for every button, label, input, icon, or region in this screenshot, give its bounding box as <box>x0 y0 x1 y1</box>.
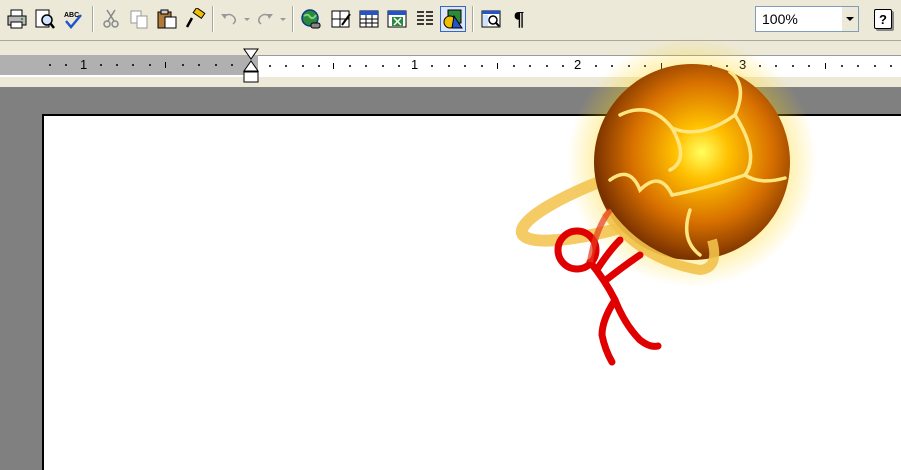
spelling-icon: ABC <box>64 12 82 29</box>
cut-button[interactable] <box>98 6 124 32</box>
columns-icon <box>417 11 433 25</box>
help-button[interactable]: ? <box>870 6 896 32</box>
insert-excel-icon <box>387 10 407 28</box>
chevron-down-icon <box>244 18 250 21</box>
copy-icon <box>130 10 148 29</box>
paste-icon <box>157 9 177 29</box>
cut-icon <box>103 9 119 28</box>
undo-icon <box>221 13 237 25</box>
ruler-label: 1 <box>80 57 88 72</box>
redo-dropdown[interactable] <box>278 10 288 28</box>
horizontal-ruler-area: 1 1 2 3 <box>0 41 901 87</box>
redo-icon <box>257 13 273 25</box>
insert-table-icon <box>359 10 379 28</box>
drawing-icon <box>443 9 463 29</box>
standard-toolbar: ABC ¶ 100% ? <box>0 0 901 41</box>
hyperlink-icon <box>301 9 321 29</box>
zoom-dropdown[interactable] <box>842 7 858 31</box>
format-painter-button[interactable] <box>182 6 208 32</box>
zoom-select[interactable]: 100% <box>755 6 859 32</box>
show-formatting-button[interactable]: ¶ <box>506 6 532 32</box>
undo-button[interactable] <box>218 6 240 32</box>
paste-button[interactable] <box>154 6 180 32</box>
toolbar-separator <box>472 6 473 32</box>
zoom-value: 100% <box>762 11 798 27</box>
ruler-label: 2 <box>574 57 582 72</box>
drawing-button[interactable] <box>440 6 466 32</box>
print-preview-button[interactable] <box>32 6 58 32</box>
copy-button[interactable] <box>126 6 152 32</box>
help-icon: ? <box>874 9 892 29</box>
tables-borders-icon <box>331 10 351 28</box>
print-preview-icon <box>35 9 55 29</box>
pilcrow-icon: ¶ <box>513 7 525 30</box>
ruler-margin-ticks <box>49 62 233 68</box>
document-map-icon <box>481 10 501 28</box>
document-page[interactable] <box>42 114 901 470</box>
insert-table-button[interactable] <box>356 6 382 32</box>
help-glyph: ? <box>879 11 887 27</box>
columns-button[interactable] <box>412 6 438 32</box>
chevron-down-icon <box>280 18 286 21</box>
ruler-label: 3 <box>739 57 747 72</box>
hyperlink-button[interactable] <box>298 6 324 32</box>
format-painter-icon <box>185 8 206 28</box>
toolbar-separator <box>92 6 93 32</box>
redo-button[interactable] <box>254 6 276 32</box>
print-icon <box>7 9 27 29</box>
tables-borders-button[interactable] <box>328 6 354 32</box>
insert-excel-button[interactable] <box>384 6 410 32</box>
undo-dropdown[interactable] <box>242 10 252 28</box>
indent-marker-icon[interactable] <box>242 47 260 85</box>
document-map-button[interactable] <box>478 6 504 32</box>
chevron-down-icon <box>846 17 854 21</box>
spelling-button[interactable]: ABC <box>60 6 86 32</box>
print-button[interactable] <box>4 6 30 32</box>
toolbar-separator <box>212 6 213 32</box>
svg-text:ABC: ABC <box>64 12 79 19</box>
ruler-label: 1 <box>411 57 419 72</box>
toolbar-separator <box>292 6 293 32</box>
